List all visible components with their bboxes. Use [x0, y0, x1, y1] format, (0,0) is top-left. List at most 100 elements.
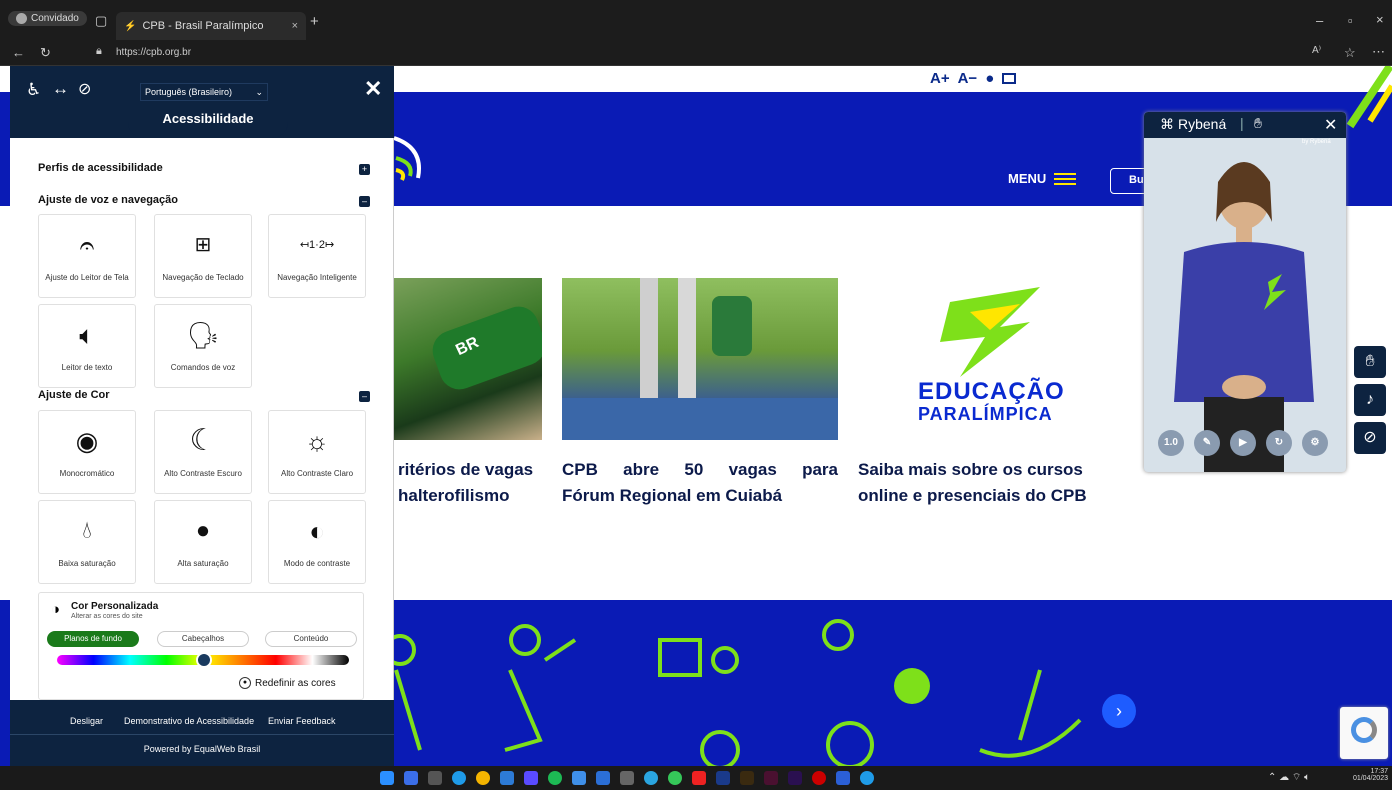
font-decrease-button[interactable]: A−: [958, 70, 978, 87]
profile-button[interactable]: Convidado: [8, 11, 87, 26]
speed-button[interactable]: 1.0: [1158, 430, 1184, 456]
tile-monochrome[interactable]: ◉ Monocromático: [38, 410, 136, 494]
app-icon-4[interactable]: [572, 771, 586, 785]
photoshop-icon[interactable]: [716, 771, 730, 785]
side-sign-language-icon[interactable]: ✋︎: [1354, 346, 1386, 378]
window-close-icon[interactable]: ×: [1376, 12, 1384, 27]
contrast-drop-icon[interactable]: ●: [985, 70, 994, 87]
side-voice-icon[interactable]: ♪: [1354, 384, 1386, 416]
carousel-next-button[interactable]: ›: [1102, 694, 1136, 728]
edit-icon[interactable]: ✎: [1194, 430, 1220, 456]
whatsapp-icon[interactable]: [668, 771, 682, 785]
card-title-3[interactable]: Saiba mais sobre os cursos online e prese…: [858, 457, 1087, 509]
address-bar-row: ← ↻ 🔒︎ https://cpb.org.br A⁾ ☆ ⋯: [0, 40, 1392, 66]
acrobat-icon[interactable]: [692, 771, 706, 785]
tab-close-icon[interactable]: ×: [292, 20, 298, 32]
spotify-icon[interactable]: [548, 771, 562, 785]
play-icon[interactable]: ▶: [1230, 430, 1256, 456]
back-icon[interactable]: ←: [12, 45, 25, 60]
maximize-icon[interactable]: ▫: [1348, 13, 1353, 28]
turn-off-link[interactable]: Desligar: [70, 716, 103, 726]
side-hide-icon[interactable]: ⊘: [1354, 422, 1386, 454]
new-tab-icon[interactable]: +: [310, 13, 319, 30]
tray-icons[interactable]: ⌃ ☁ ⌔ 🔈︎: [1268, 771, 1310, 784]
more-icon[interactable]: ⋯: [1372, 44, 1385, 60]
close-panel-icon[interactable]: ✕: [364, 76, 382, 102]
menu-button[interactable]: MENU: [1008, 171, 1077, 186]
language-select[interactable]: Português (Brasileiro) ⌄: [140, 83, 268, 101]
resize-panel-icon[interactable]: ↔: [52, 79, 69, 99]
url-field[interactable]: https://cpb.org.br: [116, 47, 191, 58]
edge-active-icon[interactable]: [860, 771, 874, 785]
tile-smart-nav[interactable]: ↤1·2↦ Navegação Inteligente: [268, 214, 366, 298]
reset-colors-button[interactable]: ● Redefinir as cores: [239, 677, 336, 689]
page-layout-icon[interactable]: [1002, 72, 1017, 84]
headings-button[interactable]: Cabeçalhos: [157, 631, 249, 647]
tile-screen-reader[interactable]: 𝄐 Ajuste do Leitor de Tela: [38, 214, 136, 298]
tile-light-contrast[interactable]: ☼ Alto Contraste Claro: [268, 410, 366, 494]
file-explorer-icon[interactable]: [404, 771, 418, 785]
color-slider-handle[interactable]: [196, 652, 212, 668]
send-feedback-link[interactable]: Enviar Feedback: [268, 716, 336, 726]
tile-low-saturation[interactable]: 💧︎ Baixa saturação: [38, 500, 136, 584]
accessibility-person-icon[interactable]: ♿︎: [26, 80, 41, 100]
tile-high-saturation[interactable]: ● Alta saturação: [154, 500, 252, 584]
edge-icon[interactable]: [452, 771, 466, 785]
expand-profiles-icon[interactable]: +: [359, 164, 370, 175]
indesign-icon[interactable]: [764, 771, 778, 785]
rybena-close-icon[interactable]: ✕: [1324, 115, 1337, 135]
contrast-drop-icon: ◑: [51, 601, 61, 618]
accessibility-statement-link[interactable]: Demonstrativo de Acessibilidade: [124, 716, 254, 726]
card-photo-halterofilismo[interactable]: BR: [394, 278, 542, 440]
card-title-1[interactable]: ritérios de vagas halterofilismo: [398, 457, 533, 509]
app-icon-2[interactable]: [500, 771, 514, 785]
recaptcha-badge[interactable]: [1340, 707, 1388, 759]
profile-label: Convidado: [31, 13, 79, 24]
hide-icon[interactable]: ⊘: [78, 79, 91, 99]
section-profiles[interactable]: Perfis de acessibilidade: [38, 162, 163, 174]
tile-voice-commands[interactable]: 🗣︎ Comandos de voz: [154, 304, 252, 388]
start-icon[interactable]: [380, 771, 394, 785]
read-aloud-icon[interactable]: A⁾: [1312, 45, 1321, 56]
app-icon-1[interactable]: [428, 771, 442, 785]
word-icon[interactable]: [836, 771, 850, 785]
low-saturation-icon: 💧︎: [82, 517, 92, 544]
rybena-title: Rybená: [1178, 116, 1227, 132]
section-voice-nav[interactable]: Ajuste de voz e navegação: [38, 194, 178, 206]
favorites-icon[interactable]: ☆: [1344, 45, 1356, 61]
settings-gear-icon[interactable]: ⚙: [1302, 430, 1328, 456]
tile-text-reader[interactable]: 🔈︎ Leitor de texto: [38, 304, 136, 388]
replay-icon[interactable]: ↻: [1266, 430, 1292, 456]
background-planes-button[interactable]: Planos de fundo: [47, 631, 139, 647]
sign-hand-icon[interactable]: ✋︎: [1254, 115, 1262, 132]
windows-taskbar: ⌃ ☁ ⌔ 🔈︎ 17:37 01/04/2023: [0, 766, 1392, 790]
app-icon-6[interactable]: [620, 771, 634, 785]
tile-contrast-mode[interactable]: ◐ Modo de contraste: [268, 500, 366, 584]
clock[interactable]: 17:37 01/04/2023: [1346, 768, 1388, 782]
collapse-voice-icon[interactable]: –: [359, 196, 370, 207]
minimize-icon[interactable]: –: [1316, 13, 1323, 28]
tile-dark-contrast[interactable]: ☾ Alto Contraste Escuro: [154, 410, 252, 494]
tile-keyboard-nav[interactable]: ⊞ Navegação de Teclado: [154, 214, 252, 298]
app-icon-3[interactable]: [524, 771, 538, 785]
app-icon-5[interactable]: [596, 771, 610, 785]
powered-by-link[interactable]: Powered by EqualWeb Brasil: [10, 744, 394, 754]
content-button[interactable]: Conteúdo: [265, 631, 357, 647]
card-photo-forum[interactable]: [562, 278, 838, 440]
tab-actions-icon[interactable]: ▢: [95, 13, 107, 29]
font-increase-button[interactable]: A+: [930, 70, 950, 87]
smart-nav-icon: ↤1·2↦: [299, 239, 335, 251]
section-color[interactable]: Ajuste de Cor: [38, 389, 110, 401]
app-icon-7[interactable]: [812, 771, 826, 785]
chrome-icon[interactable]: [476, 771, 490, 785]
browser-tab-active[interactable]: ⚡ CPB - Brasil Paralímpico ×: [116, 12, 306, 40]
premiere-icon[interactable]: [788, 771, 802, 785]
refresh-icon[interactable]: ↻: [40, 45, 51, 61]
collapse-color-icon[interactable]: –: [359, 391, 370, 402]
illustrator-icon[interactable]: [740, 771, 754, 785]
menu-label: MENU: [1008, 171, 1047, 186]
cpb-logo-icon[interactable]: [394, 128, 434, 188]
telegram-icon[interactable]: [644, 771, 658, 785]
chevron-down-icon: ⌄: [255, 86, 263, 97]
card-title-2[interactable]: CPB abre 50 vagas para Fórum Regional em …: [562, 457, 838, 509]
